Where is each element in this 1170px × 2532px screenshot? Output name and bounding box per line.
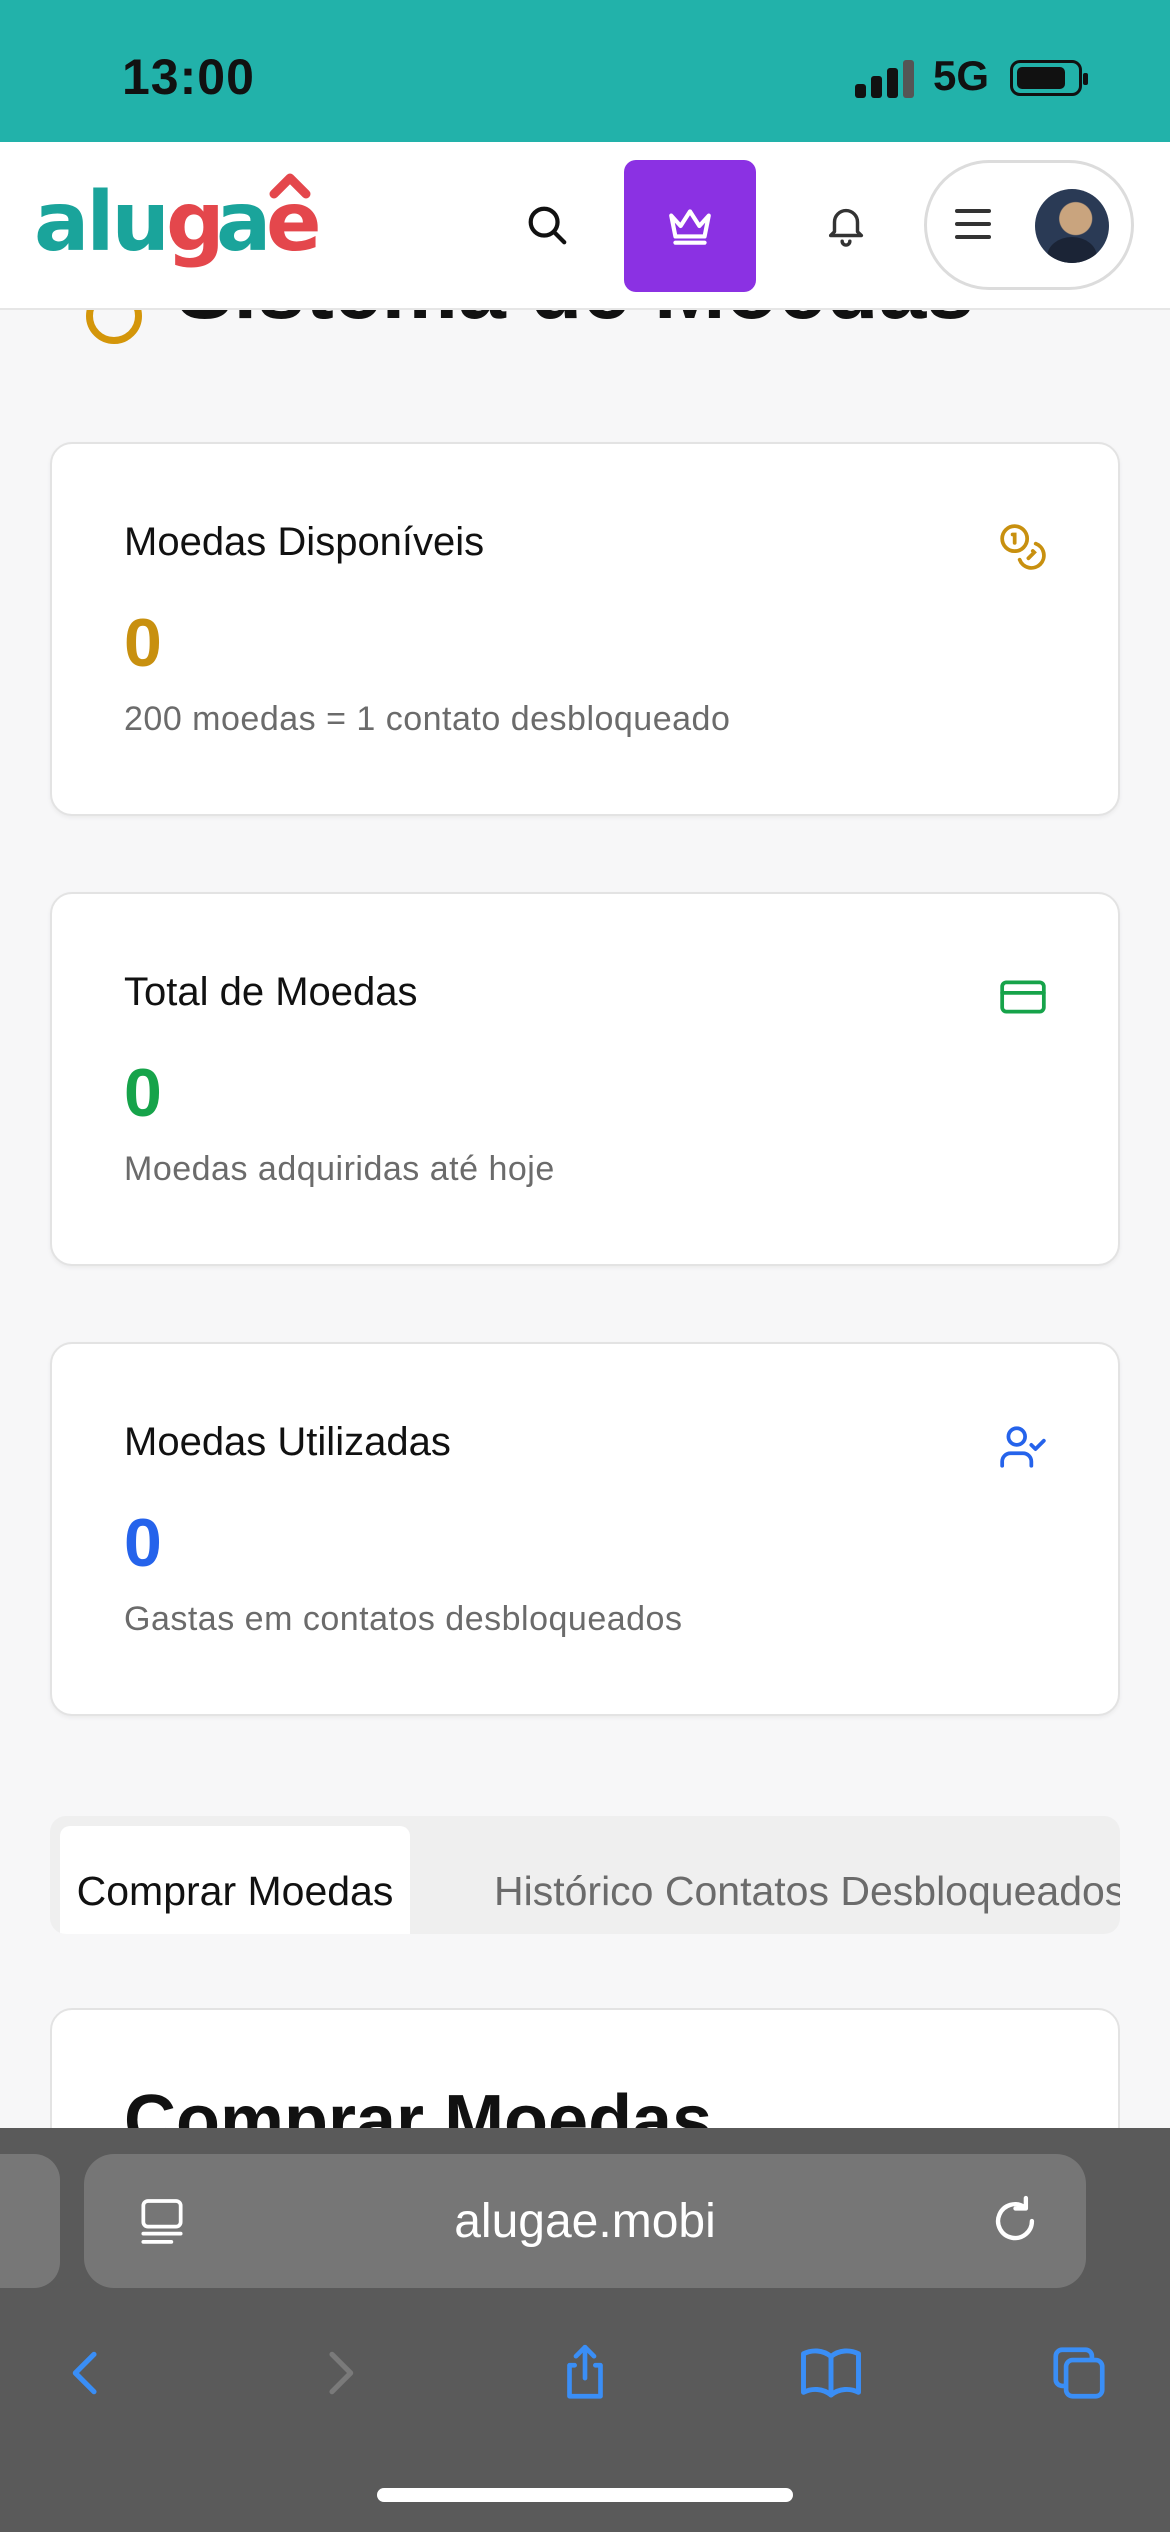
tabs-icon — [1053, 2347, 1105, 2399]
bookmarks-button[interactable] — [776, 2318, 886, 2428]
tab-unlocked-history[interactable]: Histórico Contatos Desbloqueados — [494, 1826, 1120, 1934]
svg-text:g: g — [166, 175, 222, 270]
tabs-button[interactable] — [1024, 2318, 1134, 2428]
status-time: 13:00 — [122, 49, 255, 105]
reload-icon[interactable] — [986, 2192, 1044, 2250]
signal-icon — [855, 58, 915, 98]
book-icon — [801, 2348, 861, 2398]
card-title: Moedas Disponíveis — [124, 520, 485, 564]
credit-card-icon — [1000, 980, 1046, 1014]
search-button[interactable] — [512, 190, 582, 260]
card-value: 0 — [124, 1505, 162, 1581]
tab-buy-coins[interactable]: Comprar Moedas — [60, 1826, 410, 1934]
browser-nav-row — [0, 2318, 1170, 2428]
coins-icon — [1000, 524, 1046, 570]
card-available-coins: Moedas Disponíveis 0 200 moedas = 1 cont… — [50, 442, 1120, 816]
avatar — [1035, 189, 1109, 263]
forward-icon — [329, 2351, 354, 2395]
status-bar: 13:00 5G — [0, 0, 1170, 142]
forward-button[interactable] — [284, 2318, 394, 2428]
card-subtitle: Moedas adquiridas até hoje — [124, 1150, 555, 1188]
tab-bar: Comprar Moedas Histórico Contatos Desblo… — [50, 1816, 1120, 1934]
card-value: 0 — [124, 1055, 162, 1131]
bell-icon — [828, 208, 864, 247]
address-bar[interactable]: alugae.mobi — [84, 2154, 1086, 2288]
svg-text:alu: alu — [34, 175, 167, 270]
browser-toolbar: alugae.mobi — [0, 2128, 1170, 2532]
card-subtitle: 200 moedas = 1 contato desbloqueado — [124, 700, 731, 738]
notifications-button[interactable] — [808, 186, 884, 262]
card-used-coins: Moedas Utilizadas 0 Gastas em contatos d… — [50, 1342, 1120, 1716]
user-menu-button[interactable] — [924, 160, 1134, 290]
card-value: 0 — [124, 605, 162, 681]
card-subtitle: Gastas em contatos desbloqueados — [124, 1600, 683, 1638]
premium-button[interactable] — [624, 160, 756, 292]
app-header: alu g a e — [0, 142, 1170, 310]
search-icon — [528, 206, 567, 245]
crown-icon — [669, 209, 711, 245]
card-title: Moedas Utilizadas — [124, 1420, 451, 1464]
previous-tab-preview[interactable] — [0, 2154, 60, 2288]
url-text: alugae.mobi — [454, 2195, 716, 2248]
card-total-coins: Total de Moedas 0 Moedas adquiridas até … — [50, 892, 1120, 1266]
user-check-icon — [1000, 1426, 1046, 1468]
back-button[interactable] — [32, 2318, 142, 2428]
battery-icon — [1010, 60, 1088, 96]
share-button[interactable] — [530, 2318, 640, 2428]
menu-icon — [955, 205, 999, 245]
back-icon — [72, 2351, 97, 2395]
svg-text:a: a — [216, 175, 268, 270]
card-title: Total de Moedas — [124, 970, 418, 1014]
network-label: 5G — [933, 52, 990, 99]
alugae-logo[interactable]: alu g a e — [34, 170, 334, 280]
share-icon — [567, 2344, 603, 2399]
home-indicator[interactable] — [377, 2488, 793, 2502]
